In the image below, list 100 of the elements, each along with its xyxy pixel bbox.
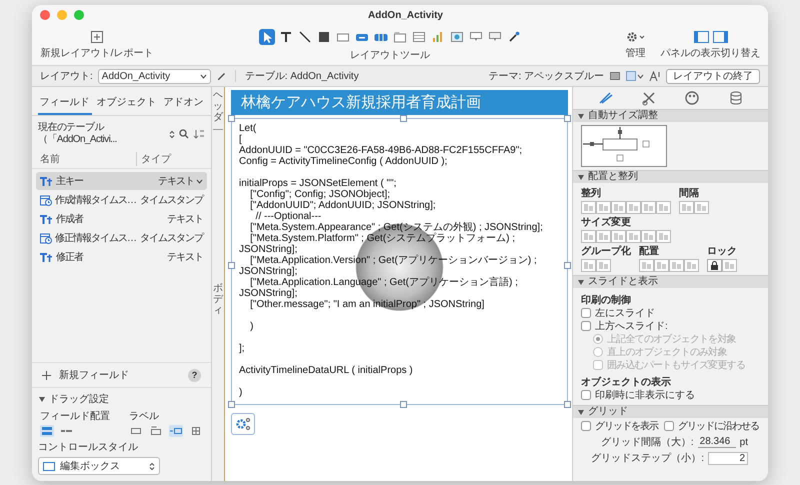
plus-icon[interactable] (91, 30, 103, 42)
arrange-icon[interactable] (684, 259, 699, 272)
disclosure-icon[interactable] (577, 408, 585, 416)
autosize-anchors-drawing[interactable] (581, 125, 667, 167)
field-row[interactable]: 修正情報タイムス… タイムスタンプ (36, 229, 207, 247)
checkbox[interactable] (581, 308, 591, 318)
spacing-icon[interactable] (694, 201, 709, 214)
addon-settings-button[interactable] (231, 413, 255, 435)
calendar-clock-icon (40, 232, 52, 244)
panels-icon[interactable] (694, 30, 728, 42)
vertical-placement-option[interactable] (40, 425, 54, 437)
field-row[interactable]: 修正者 テキスト (36, 248, 207, 266)
arrange-icon[interactable] (654, 259, 669, 272)
appearance-icon (684, 90, 700, 106)
grid-step-field[interactable]: 2 (708, 452, 748, 464)
checkbox[interactable] (664, 421, 674, 431)
disclosure-icon[interactable] (577, 112, 585, 120)
exit-layout-button[interactable]: レイアウトの終了 (666, 68, 760, 84)
selection-handle[interactable] (228, 401, 235, 408)
align-icon[interactable] (641, 201, 656, 214)
checkbox[interactable] (581, 321, 591, 331)
zoom-button[interactable] (74, 10, 84, 20)
disclosure-icon[interactable] (577, 278, 585, 286)
selection-handle[interactable] (228, 262, 235, 268)
search-icon[interactable] (179, 129, 189, 139)
field-row[interactable]: 作成者 テキスト (36, 210, 207, 228)
close-button[interactable] (40, 10, 50, 20)
pointer-tool[interactable] (258, 28, 274, 44)
theme-icon[interactable] (609, 71, 621, 81)
slide-option[interactable]: 上方へスライド: (581, 321, 760, 333)
resize-icon[interactable] (596, 230, 611, 243)
group-label: 配置 (639, 244, 660, 258)
label-grid-option[interactable] (189, 425, 203, 437)
checkbox[interactable] (581, 421, 591, 431)
resize-icon[interactable] (626, 230, 641, 243)
selection-handle[interactable] (564, 115, 571, 122)
resize-icon[interactable] (641, 230, 656, 243)
slide-option[interactable]: 印刷時に非表示にする (581, 390, 760, 402)
arrange-icon[interactable] (639, 259, 654, 272)
help-button[interactable]: ? (188, 368, 201, 382)
text-field-icon (40, 213, 53, 225)
group-icon[interactable] (581, 259, 596, 272)
disclosure-icon[interactable] (577, 173, 585, 181)
align-icon[interactable] (611, 201, 626, 214)
layout-select[interactable]: AddOn_Activity (98, 68, 211, 84)
lock-icon[interactable] (707, 259, 722, 272)
slide-option: 直上のオブジェクトのみ対象 (593, 347, 760, 359)
part-label[interactable]: ボディ (213, 280, 223, 319)
slide-option[interactable]: グリッドを表示 (581, 421, 658, 433)
layout-style-icon[interactable] (626, 71, 644, 81)
plus-icon[interactable] (42, 370, 51, 380)
appearance-tab[interactable] (683, 89, 702, 107)
field-row[interactable]: 主キー テキスト (36, 172, 207, 190)
settings-icon[interactable] (626, 30, 646, 42)
panel-tab[interactable]: オブジェクト (94, 93, 158, 115)
control-style-select[interactable]: 編集ボックス (38, 457, 160, 475)
panel-tab[interactable]: フィールド (38, 93, 92, 115)
align-icon[interactable] (626, 201, 641, 214)
label-position-label: ラベル (129, 410, 160, 423)
group-icon[interactable] (596, 259, 611, 272)
window-title: AddOn_Activity (366, 10, 444, 20)
section-title: 自動サイズ調整 (588, 110, 658, 122)
selection-handle[interactable] (564, 401, 571, 408)
resize-icon[interactable] (656, 230, 671, 243)
align-icon[interactable] (581, 201, 596, 214)
table-select[interactable]: 現在のテーブル（「AddOn_Activi... (38, 122, 165, 146)
label-none-option[interactable] (129, 425, 143, 437)
group-label: 整列 (581, 186, 602, 200)
slide-option[interactable]: グリッドに沿わせる (664, 421, 759, 433)
shape-icon (316, 30, 330, 44)
resize-icon[interactable] (611, 230, 626, 243)
chevron-down-icon (200, 74, 207, 78)
data-icon (728, 90, 744, 106)
new-field-link[interactable]: 新規フィールド (59, 368, 129, 382)
gear-icon (235, 417, 251, 431)
disclosure-icon[interactable] (38, 395, 46, 403)
field-row[interactable]: 作成情報タイムス… タイムスタンプ (36, 191, 207, 209)
align-icon[interactable] (656, 201, 671, 214)
line-tool[interactable] (296, 28, 312, 44)
selection-handle[interactable] (228, 115, 235, 122)
selection-handle[interactable] (564, 262, 571, 268)
pencil-icon[interactable] (216, 71, 226, 81)
text-style-icon[interactable] (649, 71, 661, 81)
part-label[interactable]: ヘッダ (213, 87, 223, 130)
sort-icon[interactable] (193, 129, 205, 139)
checkbox[interactable] (581, 390, 591, 400)
grid-spacing-field[interactable]: 28.346 (698, 436, 736, 448)
selection-handle[interactable] (400, 401, 406, 408)
selection-handle[interactable] (400, 115, 406, 122)
label-top-option[interactable] (149, 425, 163, 437)
vertical-placement-icon (41, 426, 53, 436)
label-left-option[interactable] (169, 425, 183, 437)
object-visibility-label: オブジェクトの表示 (581, 376, 672, 389)
arrange-icon[interactable] (669, 259, 684, 272)
spacing-icon[interactable] (679, 201, 694, 214)
panel-tab[interactable]: アドオン (162, 93, 206, 115)
resize-icon[interactable] (581, 230, 596, 243)
slide-option[interactable]: 左にスライド (581, 308, 760, 320)
align-icon[interactable] (596, 201, 611, 214)
field-name: 主キー (56, 174, 84, 188)
